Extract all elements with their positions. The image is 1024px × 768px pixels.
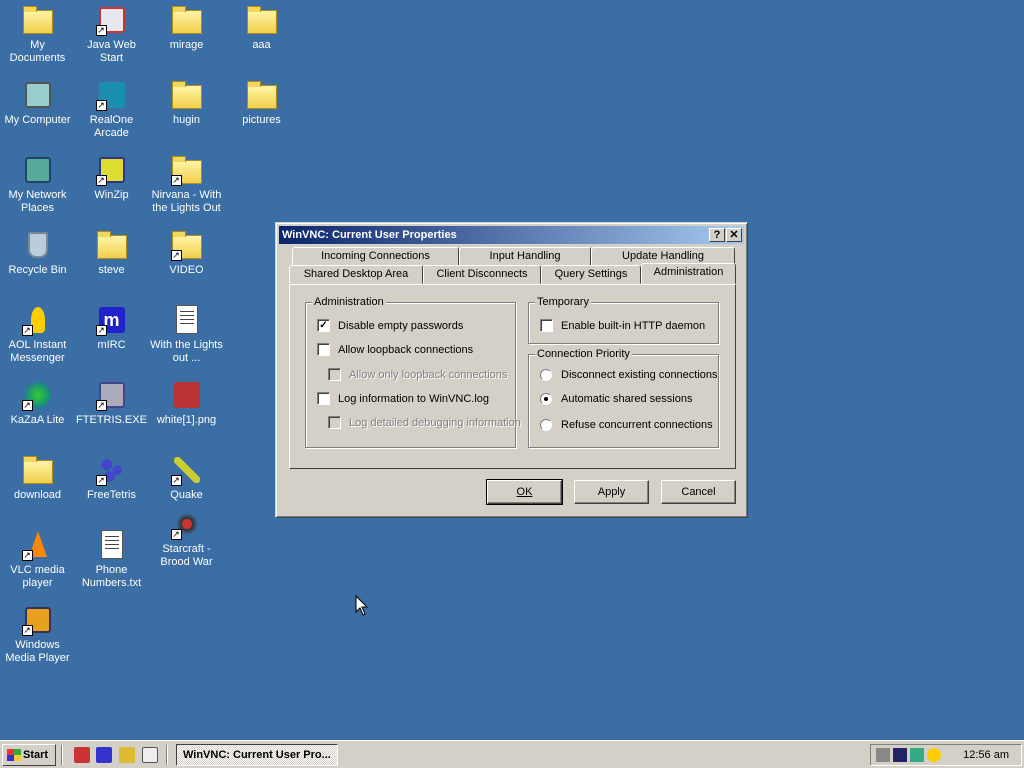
winzip-icon[interactable]: ↗ WinZip	[74, 152, 149, 202]
quicklaunch-app-icon[interactable]	[96, 747, 112, 763]
disconnect-existing-radio[interactable]: Disconnect existing connections	[540, 369, 718, 381]
administration-group: Administration ✓ Disable empty passwords …	[305, 296, 521, 448]
refuse-concurrent-radio[interactable]: Refuse concurrent connections	[540, 419, 713, 431]
tab-administration[interactable]: Administration	[641, 263, 736, 284]
aol-instant-messenger-icon[interactable]: ↗ AOL Instant Messenger	[0, 302, 75, 365]
white-png-icon[interactable]: white[1].png	[149, 377, 224, 427]
network-icon[interactable]	[910, 748, 924, 762]
system-tray: 12:56 am	[870, 744, 1022, 766]
taskbar: Start WinVNC: Current User Pro... 12:56 …	[0, 740, 1024, 768]
enable-http-daemon-checkbox[interactable]: Enable built-in HTTP daemon	[540, 319, 705, 332]
my-computer-icon[interactable]: My Computer	[0, 77, 75, 127]
speaker-icon[interactable]	[876, 748, 890, 762]
help-button[interactable]: ?	[709, 228, 725, 242]
quake-icon[interactable]: ↗ Quake	[149, 452, 224, 502]
check-icon: ✓	[317, 319, 330, 332]
tab-incoming-connections[interactable]: Incoming Connections	[292, 247, 459, 266]
ftetris-exe-icon[interactable]: ↗ FTETRIS.EXE	[74, 377, 149, 427]
winvnc-properties-dialog: WinVNC: Current User Properties ? ✕ Inco…	[275, 222, 748, 518]
tab-shared-desktop-area[interactable]: Shared Desktop Area	[289, 265, 423, 284]
video-folder-icon[interactable]: ↗ VIDEO	[149, 227, 224, 277]
administration-group-label: Administration	[312, 296, 386, 308]
tab-input-handling[interactable]: Input Handling	[459, 247, 591, 266]
taskbar-separator	[61, 745, 63, 765]
with-the-lights-out-doc-icon[interactable]: With the Lights out ...	[149, 302, 224, 365]
phone-numbers-txt-icon[interactable]: Phone Numbers.txt	[74, 527, 149, 590]
freetetris-icon[interactable]: ↗ FreeTetris	[74, 452, 149, 502]
my-documents-icon[interactable]: My Documents	[0, 2, 75, 65]
dialog-titlebar[interactable]: WinVNC: Current User Properties ? ✕	[279, 226, 744, 244]
dialog-title: WinVNC: Current User Properties	[282, 229, 457, 241]
windows-logo-icon	[7, 749, 21, 761]
quicklaunch-pencil-icon[interactable]	[119, 747, 135, 763]
mirc-icon[interactable]: m ↗ mIRC	[74, 302, 149, 352]
task-button-winvnc[interactable]: WinVNC: Current User Pro...	[176, 744, 338, 766]
quicklaunch-app-icon[interactable]	[74, 747, 90, 763]
quicklaunch-desktop-icon[interactable]	[142, 747, 158, 763]
apply-button[interactable]: Apply	[574, 480, 649, 504]
clock[interactable]: 12:56 am	[963, 745, 1009, 765]
starcraft-brood-war-icon[interactable]: ↗ Starcraft - Brood War	[149, 506, 224, 569]
mouse-cursor-icon	[355, 595, 369, 616]
temporary-group: Temporary Enable built-in HTTP daemon	[528, 296, 719, 344]
hugin-folder-icon[interactable]: hugin	[149, 77, 224, 127]
taskbar-separator	[166, 745, 168, 765]
steve-folder-icon[interactable]: steve	[74, 227, 149, 277]
tab-client-disconnects[interactable]: Client Disconnects	[423, 265, 541, 284]
java-web-start-icon[interactable]: ↗ Java Web Start	[74, 2, 149, 65]
ok-button[interactable]: OK	[486, 479, 563, 505]
realone-arcade-icon[interactable]: ↗ RealOne Arcade	[74, 77, 149, 140]
connection-priority-group: Connection Priority Disconnect existing …	[528, 348, 719, 448]
disable-empty-passwords-checkbox[interactable]: ✓ Disable empty passwords	[317, 319, 463, 332]
pictures-folder-icon[interactable]: pictures	[224, 77, 299, 127]
aaa-folder-icon[interactable]: aaa	[224, 2, 299, 52]
aim-tray-icon[interactable]	[927, 748, 941, 762]
recycle-bin-icon[interactable]: Recycle Bin	[0, 227, 75, 277]
download-folder-icon[interactable]: download	[0, 452, 75, 502]
tab-query-settings[interactable]: Query Settings	[541, 265, 641, 284]
log-debugging-checkbox: Log detailed debugging information	[328, 416, 521, 429]
cancel-button[interactable]: Cancel	[661, 480, 736, 504]
temporary-group-label: Temporary	[535, 296, 591, 308]
kazaa-lite-icon[interactable]: ↗ KaZaA Lite	[0, 377, 75, 427]
mirage-folder-icon[interactable]: mirage	[149, 2, 224, 52]
nirvana-folder-icon[interactable]: ↗ Nirvana - With the Lights Out	[149, 152, 224, 215]
windows-media-player-icon[interactable]: ↗ Windows Media Player	[0, 602, 75, 665]
vnc-tray-icon[interactable]	[893, 748, 907, 762]
log-to-file-checkbox[interactable]: Log information to WinVNC.log	[317, 392, 489, 405]
vlc-media-player-icon[interactable]: ↗ VLC media player	[0, 527, 75, 590]
close-button[interactable]: ✕	[726, 228, 742, 242]
my-network-places-icon[interactable]: My Network Places	[0, 152, 75, 215]
automatic-shared-radio[interactable]: Automatic shared sessions	[540, 393, 692, 405]
allow-loopback-checkbox[interactable]: Allow loopback connections	[317, 343, 473, 356]
allow-only-loopback-checkbox: Allow only loopback connections	[328, 368, 507, 381]
radio-selected-icon	[540, 393, 552, 405]
start-button[interactable]: Start	[2, 744, 56, 766]
connection-priority-group-label: Connection Priority	[535, 348, 632, 360]
tab-panel-administration: Administration ✓ Disable empty passwords …	[289, 284, 736, 469]
